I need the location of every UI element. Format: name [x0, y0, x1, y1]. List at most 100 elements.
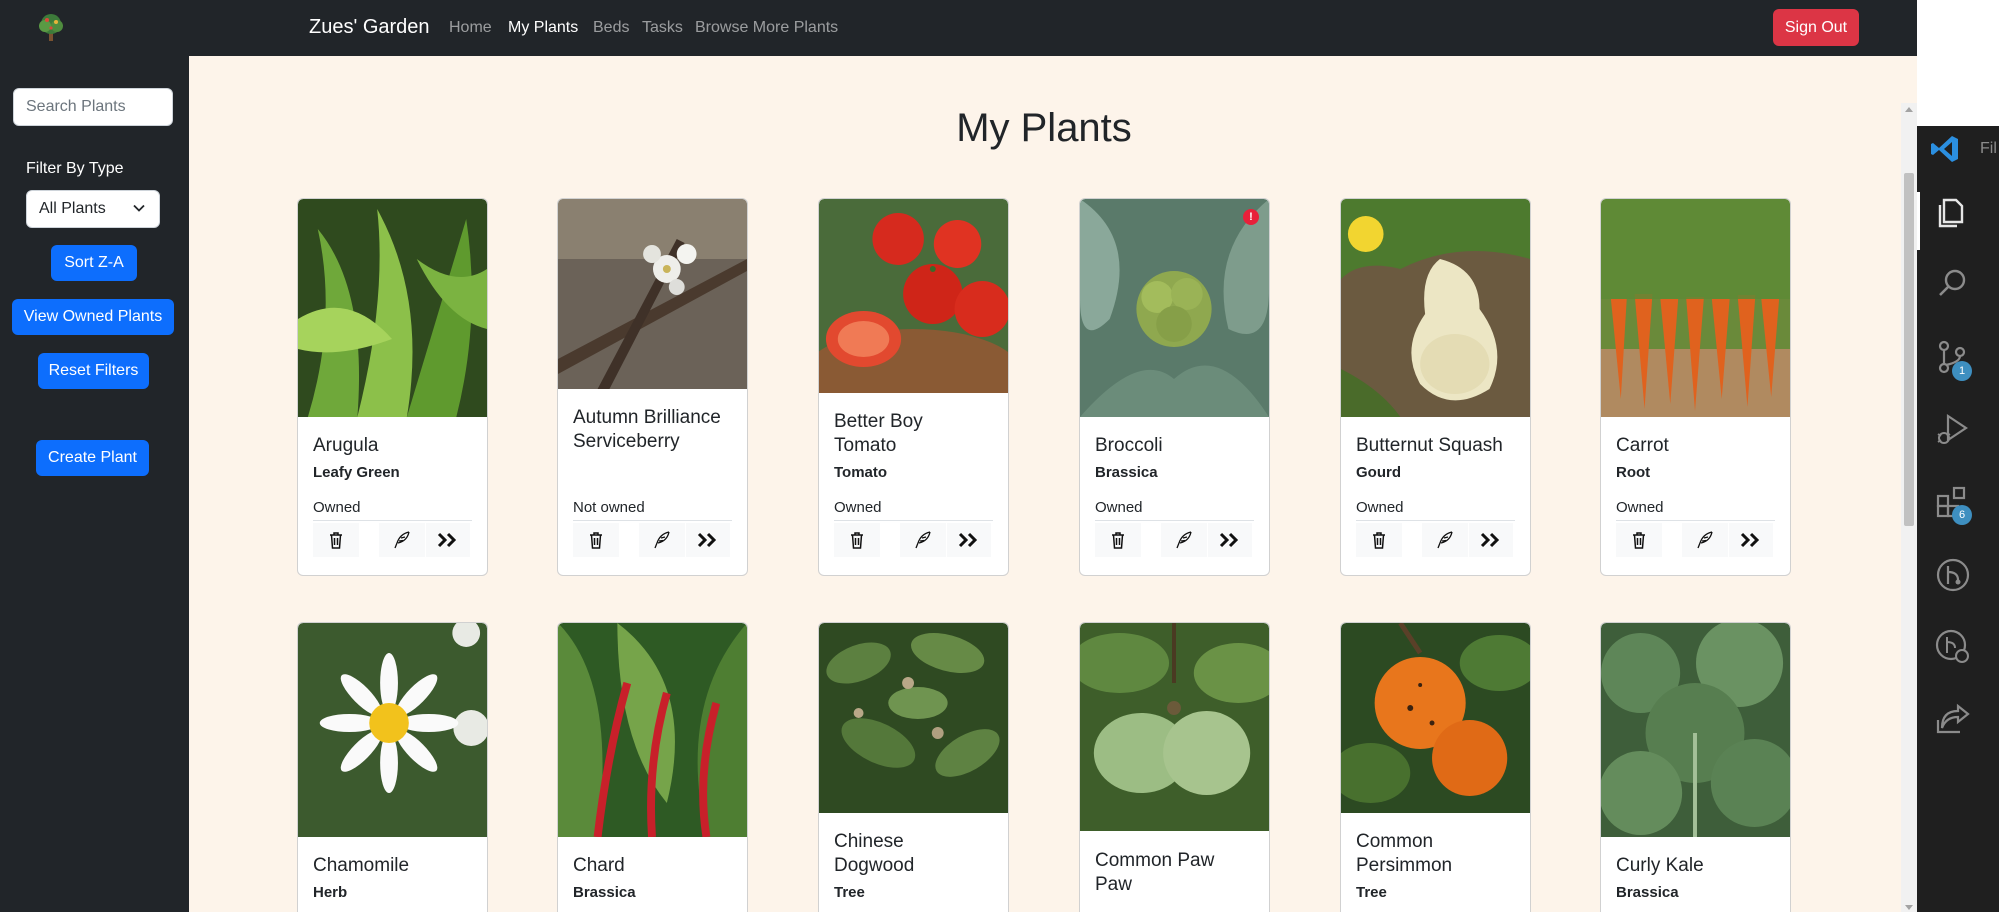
plant-image-chamomile: [298, 623, 487, 837]
view-owned-plants-button[interactable]: View Owned Plants: [12, 299, 174, 335]
git-graph-icon[interactable]: [1932, 554, 1974, 596]
plant-image-paw-paw: [1080, 623, 1269, 831]
search-plants-input[interactable]: [13, 88, 173, 126]
plant-card-chamomile[interactable]: Chamomile Herb: [297, 622, 488, 912]
plant-card-butternut-squash[interactable]: Butternut Squash Gourd Owned: [1340, 198, 1531, 576]
divider: [1356, 520, 1515, 521]
double-chevron-right-icon: [958, 532, 978, 548]
double-chevron-right-icon: [1740, 532, 1760, 548]
view-details-button[interactable]: [1469, 523, 1513, 557]
plant-name: Curly Kale: [1616, 855, 1704, 876]
plant-image-serviceberry: [558, 199, 747, 389]
delete-button[interactable]: [573, 523, 619, 557]
view-details-button[interactable]: [1729, 523, 1773, 557]
edit-button[interactable]: [1682, 523, 1728, 557]
remote-explorer-icon[interactable]: [1932, 626, 1974, 668]
scroll-thumb[interactable]: [1904, 173, 1914, 526]
plant-image-arugula: [298, 199, 487, 417]
plant-card-common-persimmon[interactable]: Common Persimmon Tree: [1340, 622, 1531, 912]
double-chevron-right-icon: [1219, 532, 1239, 548]
create-plant-button[interactable]: Create Plant: [36, 440, 149, 476]
plant-card-arugula[interactable]: Arugula Leafy Green Owned: [297, 198, 488, 576]
active-indicator: [1917, 192, 1920, 250]
plant-card-curly-kale[interactable]: Curly Kale Brassica: [1600, 622, 1791, 912]
nav-tasks[interactable]: Tasks: [642, 19, 683, 37]
plant-name: Chinese Dogwood: [834, 831, 915, 876]
edit-button[interactable]: [1161, 523, 1207, 557]
top-navbar: Zues' Garden Home My Plants Beds Tasks B…: [0, 0, 1917, 56]
feather-pen-icon: [1697, 531, 1713, 549]
ownership-status: Owned: [313, 499, 361, 516]
plant-type: Gourd: [1356, 464, 1401, 481]
nav-home[interactable]: Home: [449, 19, 492, 37]
double-chevron-right-icon: [1480, 532, 1500, 548]
type-filter-select[interactable]: All Plants: [26, 190, 160, 228]
vscode-logo-icon: [1931, 136, 1958, 162]
nav-my-plants[interactable]: My Plants: [508, 19, 578, 37]
edit-button[interactable]: [900, 523, 946, 557]
plant-image-carrot: [1601, 199, 1790, 417]
plant-card-chard[interactable]: Chard Brassica: [557, 622, 748, 912]
edit-button[interactable]: [379, 523, 425, 557]
brand-title[interactable]: Zues' Garden: [309, 16, 430, 39]
sort-z-a-button[interactable]: Sort Z-A: [51, 245, 137, 281]
delete-button[interactable]: [834, 523, 880, 557]
view-details-button[interactable]: [686, 523, 730, 557]
nav-beds[interactable]: Beds: [593, 19, 629, 37]
plant-type: Root: [1616, 464, 1651, 481]
plant-image-chinese-dogwood: [819, 623, 1008, 813]
delete-button[interactable]: [1616, 523, 1662, 557]
plant-card-chinese-dogwood[interactable]: Chinese Dogwood Tree: [818, 622, 1009, 912]
plant-card-better-boy-tomato[interactable]: Better Boy Tomato Tomato Owned: [818, 198, 1009, 576]
plant-name: Broccoli: [1095, 435, 1163, 456]
delete-button[interactable]: [1356, 523, 1402, 557]
feather-pen-icon: [1437, 531, 1453, 549]
plant-name: Common Paw Paw: [1095, 850, 1215, 895]
trash-icon: [1112, 532, 1124, 549]
run-debug-icon[interactable]: [1932, 408, 1974, 450]
edit-button[interactable]: [639, 523, 685, 557]
explorer-icon[interactable]: [1932, 192, 1974, 234]
ownership-status: Not owned: [573, 499, 645, 516]
double-chevron-right-icon: [697, 532, 717, 548]
scroll-up-arrow-icon[interactable]: [1905, 107, 1913, 112]
feather-pen-icon: [915, 531, 931, 549]
plant-image-curly-kale: [1601, 623, 1790, 837]
alert-badge: !: [1243, 209, 1259, 225]
view-details-button[interactable]: [947, 523, 991, 557]
plant-name: Common Persimmon: [1356, 831, 1453, 876]
scroll-down-arrow-icon[interactable]: [1905, 905, 1913, 910]
vscode-window-top: [1917, 0, 1999, 126]
plant-card-carrot[interactable]: Carrot Root Owned: [1600, 198, 1791, 576]
view-details-button[interactable]: [1208, 523, 1252, 557]
divider: [1616, 520, 1775, 521]
delete-button[interactable]: [1095, 523, 1141, 557]
reset-filters-button[interactable]: Reset Filters: [38, 353, 149, 389]
vscode-file-menu-label[interactable]: Fil: [1980, 140, 1997, 158]
view-details-button[interactable]: [426, 523, 470, 557]
tree-logo-icon[interactable]: [34, 11, 68, 45]
plant-image-chard: [558, 623, 747, 837]
main-scrollbar[interactable]: [1901, 103, 1917, 912]
edit-button[interactable]: [1422, 523, 1468, 557]
delete-button[interactable]: [313, 523, 359, 557]
feather-pen-icon: [1176, 531, 1192, 549]
plant-card-autumn-brilliance-serviceberry[interactable]: Autumn Brilliance Serviceberry Not owned: [557, 198, 748, 576]
ownership-status: Owned: [834, 499, 882, 516]
plant-type: Brassica: [573, 884, 636, 901]
feather-pen-icon: [394, 531, 410, 549]
plant-card-broccoli[interactable]: ! Broccoli Brassica Owned: [1079, 198, 1270, 576]
plant-name: Chard: [573, 855, 625, 876]
plant-name: Butternut Squash: [1356, 435, 1503, 456]
trash-icon: [330, 532, 342, 549]
live-share-icon[interactable]: [1932, 698, 1974, 740]
sidebar: Filter By Type All Plants Sort Z-A View …: [0, 56, 189, 912]
trash-icon: [1633, 532, 1645, 549]
nav-browse-more-plants[interactable]: Browse More Plants: [695, 19, 838, 37]
search-icon[interactable]: [1932, 262, 1974, 304]
plant-image-persimmon: [1341, 623, 1530, 813]
sign-out-button[interactable]: Sign Out: [1773, 9, 1859, 46]
plant-card-common-paw-paw[interactable]: Common Paw Paw: [1079, 622, 1270, 912]
double-chevron-right-icon: [437, 532, 457, 548]
trash-icon: [590, 532, 602, 549]
